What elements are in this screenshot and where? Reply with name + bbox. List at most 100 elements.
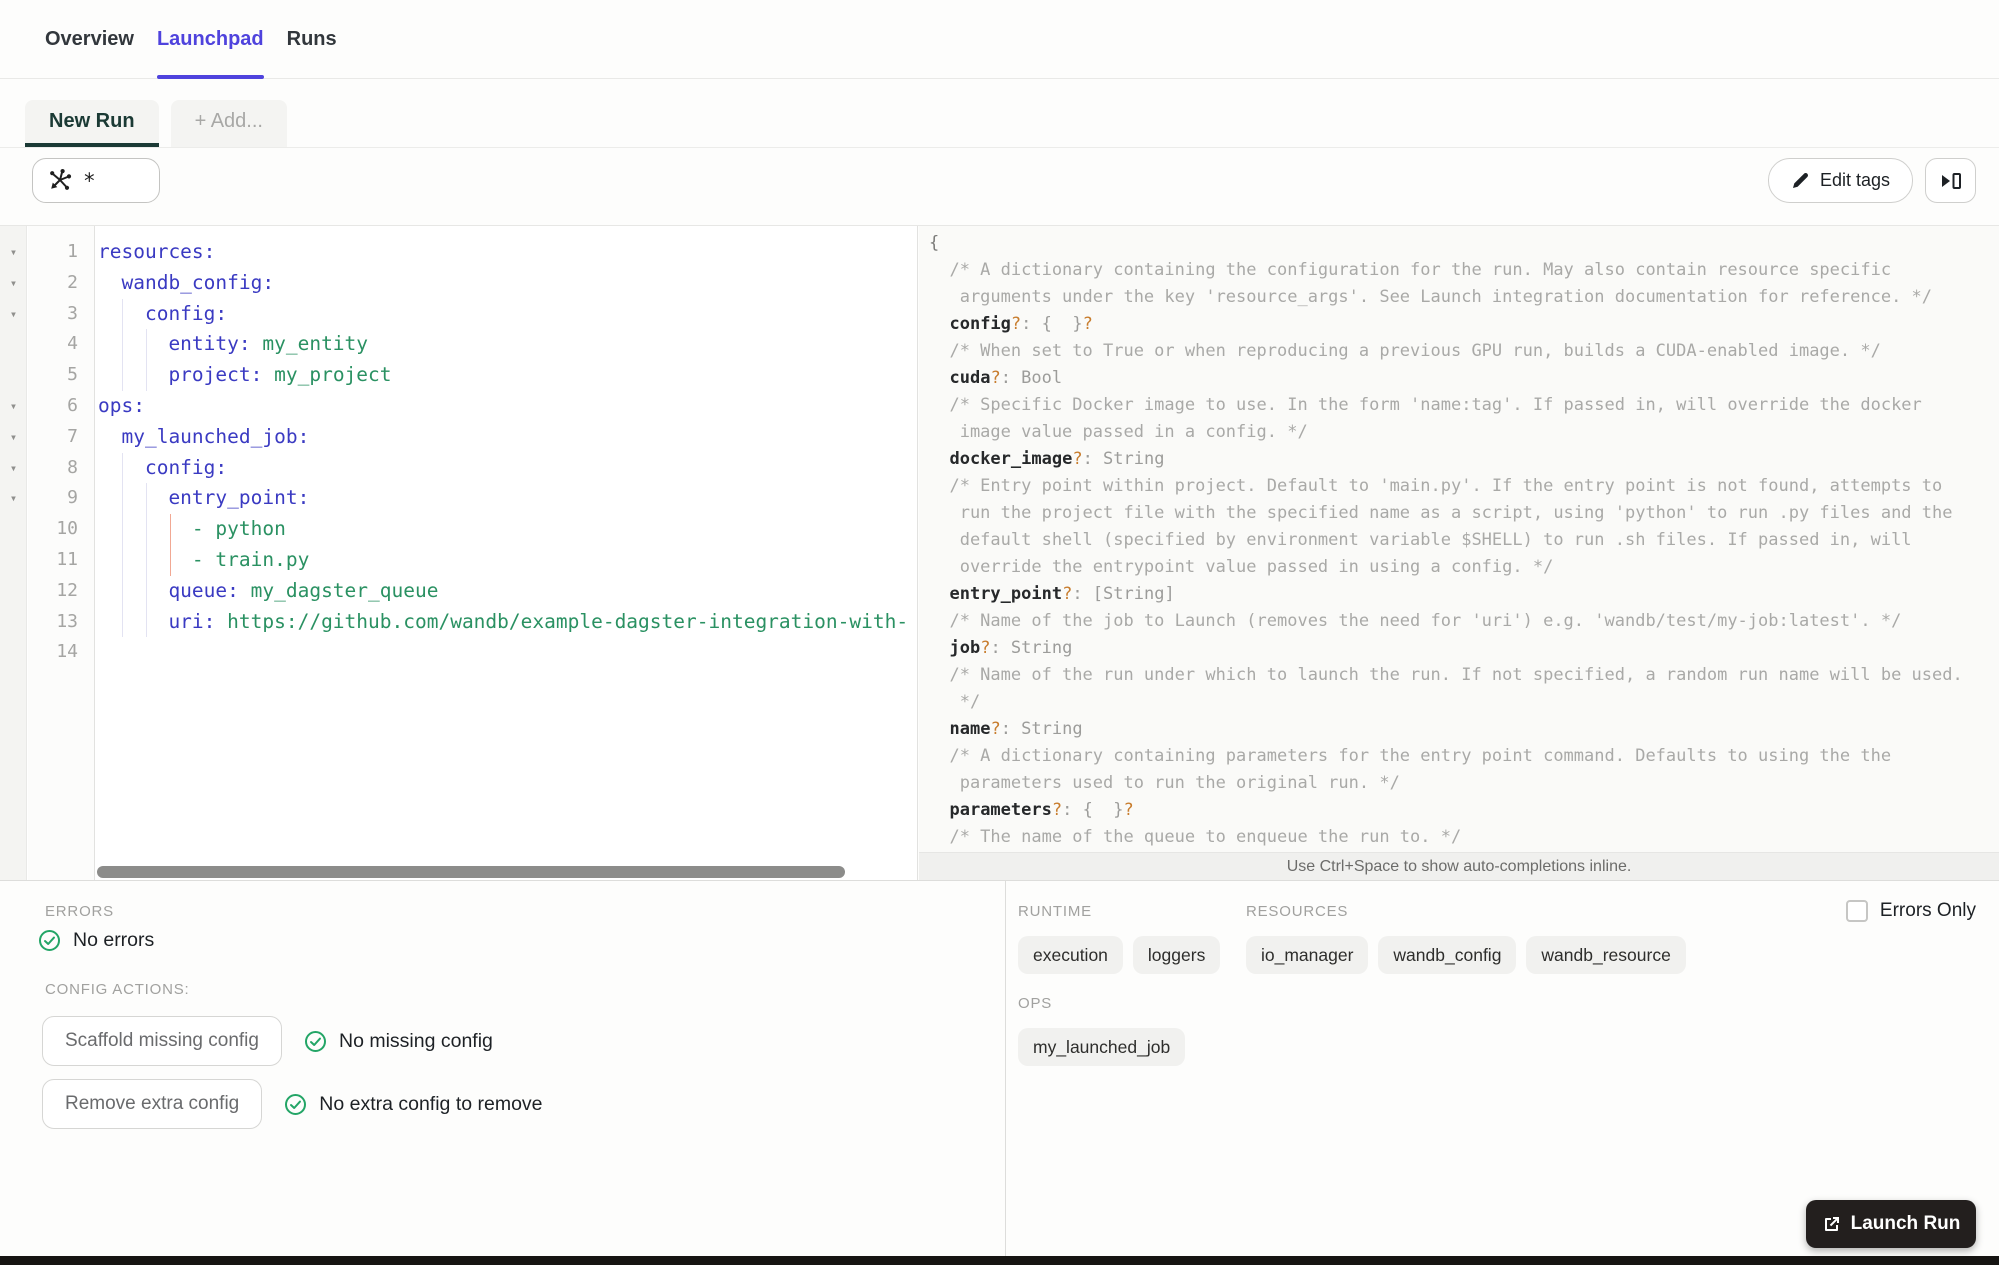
- fold-toggle-icon[interactable]: ▾: [0, 299, 27, 330]
- line-number: 2: [67, 271, 78, 293]
- fold-toggle-icon[interactable]: ▾: [0, 453, 27, 484]
- code-text: wandb_config:: [98, 270, 275, 294]
- subtab-add[interactable]: + Add...: [170, 100, 287, 147]
- op-splat-icon: [47, 168, 73, 194]
- code-text: resources:: [98, 240, 216, 263]
- scaffold-config-row: Scaffold missing config No missing confi…: [42, 1016, 493, 1066]
- subtab-new-run[interactable]: New Run: [25, 100, 159, 147]
- editor-line: ▾ 2 wandb_config:: [0, 268, 917, 299]
- check-circle-icon: [284, 1093, 307, 1116]
- editor-horizontal-scrollbar[interactable]: [97, 866, 845, 878]
- no-errors-text: No errors: [73, 929, 155, 951]
- tag-io-manager[interactable]: io_manager: [1246, 936, 1369, 974]
- window-bottom-bar: [0, 1256, 1999, 1265]
- line-number: 4: [67, 333, 78, 355]
- editor-line: 12 queue: my_dagster_queue: [0, 576, 917, 607]
- line-number: 1: [67, 241, 78, 262]
- no-extra-config-text: No extra config to remove: [319, 1092, 543, 1115]
- code-text: uri: https://github.com/wandb/example-da…: [98, 609, 909, 633]
- schema-line: arguments under the key 'resource_args'.…: [929, 287, 1933, 307]
- schema-line: */: [929, 692, 981, 712]
- tab-label: Overview: [45, 27, 134, 50]
- tab-launchpad[interactable]: Launchpad: [156, 0, 264, 79]
- errors-section-label: ERRORS: [45, 903, 114, 920]
- editor-line: ▾ 9 entry_point:: [0, 483, 917, 514]
- tag-wandb-resource[interactable]: wandb_resource: [1526, 936, 1686, 974]
- pencil-icon: [1791, 171, 1810, 190]
- edit-tags-label: Edit tags: [1819, 170, 1890, 190]
- fold-gutter-cell: [0, 607, 27, 638]
- code-text: entity: my_entity: [98, 332, 369, 356]
- schema-line: /* A dictionary containing parameters fo…: [929, 746, 1892, 766]
- tag-wandb-config[interactable]: wandb_config: [1378, 936, 1517, 974]
- code-text: my_launched_job:: [98, 424, 310, 448]
- schema-line: /* Name of the job to Launch (removes th…: [929, 611, 1902, 631]
- fold-gutter-cell: [0, 360, 27, 391]
- config-yaml-editor[interactable]: ▾ 1 resources: ▾ 2 wandb_config: ▾ 3 config: 4 …: [0, 226, 918, 880]
- fold-gutter-cell: [0, 637, 27, 668]
- tag-my-launched-job[interactable]: my_launched_job: [1018, 1028, 1186, 1066]
- active-tab-underline: [156, 75, 264, 79]
- editor-line: 14: [0, 637, 917, 668]
- editor-line: ▾ 7 my_launched_job:: [0, 422, 917, 453]
- schema-line: config?: { }?: [949, 314, 1093, 334]
- schema-line: /* Name of the run under which to launch…: [929, 665, 1963, 685]
- code-text: - train.py: [98, 547, 310, 571]
- no-missing-config-text: No missing config: [338, 1029, 493, 1052]
- runtime-section-label: RUNTIME: [1018, 903, 1092, 920]
- op-selector-value: *: [83, 168, 96, 193]
- launch-run-label: Launch Run: [1850, 1213, 1961, 1234]
- code-text: config:: [98, 455, 228, 479]
- no-errors-status: No errors: [38, 929, 154, 952]
- schema-line: entry_point?: [String]: [949, 584, 1175, 604]
- line-number: 8: [67, 456, 78, 478]
- errors-only-toggle[interactable]: Errors Only: [1845, 900, 1976, 922]
- tag-loggers[interactable]: loggers: [1132, 936, 1221, 974]
- editor-line: ▾ 8 config:: [0, 453, 917, 484]
- schema-line: /* A dictionary containing the configura…: [929, 260, 1892, 280]
- errors-only-checkbox[interactable]: [1845, 900, 1868, 922]
- editor-line: ▾ 1 resources:: [0, 237, 917, 268]
- code-text: queue: my_dagster_queue: [98, 578, 439, 602]
- code-text: entry_point:: [98, 486, 310, 510]
- fold-gutter-cell: [0, 576, 27, 607]
- check-circle-icon: [304, 1030, 327, 1053]
- remove-extra-config-button[interactable]: Remove extra config: [42, 1079, 263, 1129]
- config-actions-label: CONFIG ACTIONS:: [45, 981, 190, 998]
- config-schema-panel: { /* A dictionary containing the configu…: [919, 226, 1999, 852]
- tag-execution[interactable]: execution: [1018, 936, 1123, 974]
- launch-run-button[interactable]: Launch Run: [1806, 1200, 1976, 1248]
- code-text: ops:: [98, 393, 145, 417]
- schema-line: /* When set to True or when reproducing …: [929, 341, 1881, 361]
- runtime-tags: execution loggers: [1018, 936, 1221, 974]
- edit-tags-button[interactable]: Edit tags: [1767, 158, 1913, 203]
- fold-toggle-icon[interactable]: ▾: [0, 391, 27, 422]
- remove-config-row: Remove extra config No extra config to r…: [42, 1079, 543, 1129]
- schema-line: parameters?: { }?: [949, 800, 1134, 820]
- op-selector-input[interactable]: *: [32, 158, 160, 203]
- ops-tags: my_launched_job: [1018, 1028, 1186, 1066]
- errors-only-label: Errors Only: [1879, 900, 1976, 921]
- no-extra-config-status: No extra config to remove: [284, 1092, 543, 1116]
- errors-panel: ERRORS No errors CONFIG ACTIONS: Scaffol…: [0, 881, 1005, 1256]
- schema-line: job?: String: [949, 638, 1073, 658]
- schema-line: /* The name of the queue to enqueue the …: [929, 827, 1462, 847]
- schema-line: cuda?: Bool: [949, 368, 1063, 388]
- code-text: config:: [98, 301, 228, 325]
- editor-line: 13 uri: https://github.com/wandb/example…: [0, 607, 917, 638]
- fold-toggle-icon[interactable]: ▾: [0, 422, 27, 453]
- line-number: 12: [56, 579, 78, 601]
- schema-line: parameters used to run the original run.…: [929, 773, 1400, 793]
- line-number: 9: [67, 487, 78, 509]
- fold-toggle-icon[interactable]: ▾: [0, 268, 27, 299]
- ops-section-label: OPS: [1018, 995, 1053, 1012]
- expand-second-panel-button[interactable]: [1925, 158, 1976, 203]
- scaffold-missing-config-button[interactable]: Scaffold missing config: [42, 1016, 282, 1066]
- schema-line: docker_image?: String: [949, 449, 1165, 469]
- tab-runs[interactable]: Runs: [287, 0, 337, 78]
- fold-toggle-icon[interactable]: ▾: [0, 483, 27, 514]
- tab-overview[interactable]: Overview: [45, 0, 134, 78]
- fold-gutter-cell: [0, 514, 27, 545]
- fold-toggle-icon[interactable]: ▾: [0, 237, 27, 268]
